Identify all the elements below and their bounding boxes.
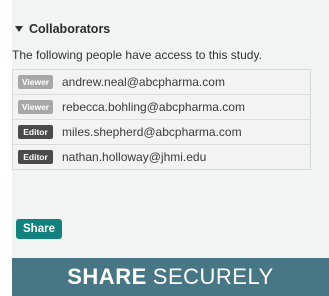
role-badge: Editor [18, 150, 53, 164]
collaborator-email: nathan.holloway@jhmi.edu [62, 150, 207, 164]
triangle-down-icon [15, 26, 23, 32]
banner-text: SECURELY [152, 264, 274, 289]
collaborator-email: miles.shepherd@abcpharma.com [62, 125, 242, 139]
collaborators-panel: Collaborators The following people have … [12, 18, 311, 170]
access-description: The following people have access to this… [12, 48, 262, 62]
collaborator-email: andrew.neal@abcpharma.com [62, 75, 225, 89]
role-badge: Viewer [18, 75, 53, 89]
banner-bold-text: SHARE [67, 264, 147, 289]
collaborators-section-toggle[interactable]: Collaborators [12, 18, 311, 40]
share-button[interactable]: Share [16, 219, 62, 239]
collaborator-list: Viewer andrew.neal@abcpharma.com Viewer … [12, 69, 311, 170]
collaborator-row: Viewer andrew.neal@abcpharma.com [13, 70, 310, 95]
collaborator-row: Viewer rebecca.bohling@abcpharma.com [13, 95, 310, 120]
section-title: Collaborators [29, 22, 111, 36]
share-securely-banner: SHARE SECURELY [12, 258, 329, 296]
collaborator-row: Editor nathan.holloway@jhmi.edu [13, 145, 310, 169]
role-badge: Viewer [18, 100, 53, 114]
collaborator-row: Editor miles.shepherd@abcpharma.com [13, 120, 310, 145]
collaborator-email: rebecca.bohling@abcpharma.com [62, 100, 245, 114]
role-badge: Editor [18, 125, 53, 139]
